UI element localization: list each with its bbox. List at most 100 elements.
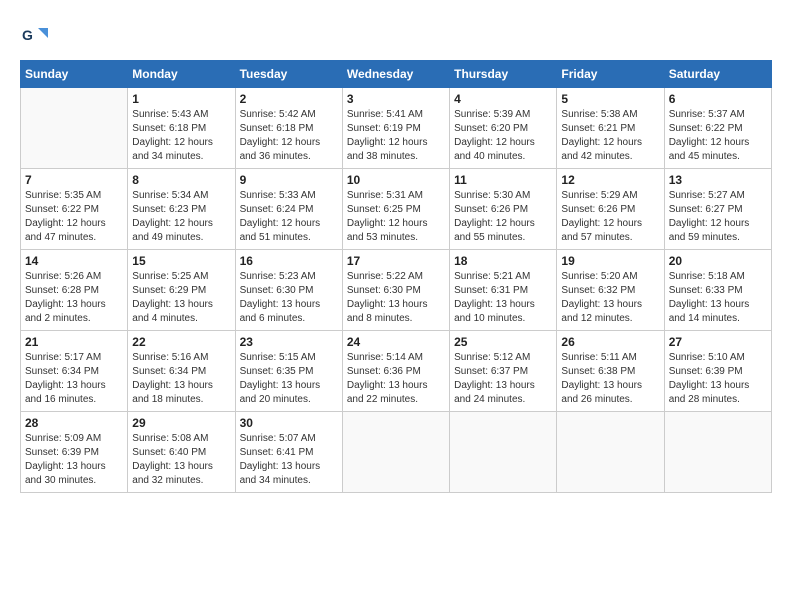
day-number: 3 [347, 92, 445, 106]
day-info: Sunrise: 5:43 AM Sunset: 6:18 PM Dayligh… [132, 108, 230, 164]
calendar-cell: 5 Sunrise: 5:38 AM Sunset: 6:21 PM Daylig… [557, 88, 664, 169]
calendar-cell [450, 412, 557, 493]
day-info: Sunrise: 5:17 AM Sunset: 6:34 PM Dayligh… [25, 351, 123, 407]
day-info: Sunrise: 5:14 AM Sunset: 6:36 PM Dayligh… [347, 351, 445, 407]
day-number: 5 [561, 92, 659, 106]
day-number: 22 [132, 335, 230, 349]
calendar-body: 1 Sunrise: 5:43 AM Sunset: 6:18 PM Daylig… [21, 88, 772, 493]
day-number: 4 [454, 92, 552, 106]
calendar-cell: 28 Sunrise: 5:09 AM Sunset: 6:39 PM Dayli… [21, 412, 128, 493]
day-number: 6 [669, 92, 767, 106]
calendar-cell: 30 Sunrise: 5:07 AM Sunset: 6:41 PM Dayli… [235, 412, 342, 493]
day-info: Sunrise: 5:29 AM Sunset: 6:26 PM Dayligh… [561, 189, 659, 245]
day-info: Sunrise: 5:18 AM Sunset: 6:33 PM Dayligh… [669, 270, 767, 326]
day-number: 20 [669, 254, 767, 268]
day-info: Sunrise: 5:08 AM Sunset: 6:40 PM Dayligh… [132, 432, 230, 488]
calendar-week-2: 7 Sunrise: 5:35 AM Sunset: 6:22 PM Daylig… [21, 169, 772, 250]
calendar-week-4: 21 Sunrise: 5:17 AM Sunset: 6:34 PM Dayli… [21, 331, 772, 412]
day-number: 2 [240, 92, 338, 106]
calendar-cell [342, 412, 449, 493]
calendar-cell: 4 Sunrise: 5:39 AM Sunset: 6:20 PM Daylig… [450, 88, 557, 169]
calendar-header: SundayMondayTuesdayWednesdayThursdayFrid… [21, 61, 772, 88]
logo: G [20, 20, 54, 50]
day-info: Sunrise: 5:07 AM Sunset: 6:41 PM Dayligh… [240, 432, 338, 488]
day-info: Sunrise: 5:21 AM Sunset: 6:31 PM Dayligh… [454, 270, 552, 326]
calendar-cell: 11 Sunrise: 5:30 AM Sunset: 6:26 PM Dayli… [450, 169, 557, 250]
day-number: 19 [561, 254, 659, 268]
calendar-cell: 14 Sunrise: 5:26 AM Sunset: 6:28 PM Dayli… [21, 250, 128, 331]
day-info: Sunrise: 5:37 AM Sunset: 6:22 PM Dayligh… [669, 108, 767, 164]
calendar-cell: 29Sunrise: 5:08 AM Sunset: 6:40 PM Dayli… [128, 412, 235, 493]
day-info: Sunrise: 5:39 AM Sunset: 6:20 PM Dayligh… [454, 108, 552, 164]
calendar-cell [557, 412, 664, 493]
calendar-cell: 7 Sunrise: 5:35 AM Sunset: 6:22 PM Daylig… [21, 169, 128, 250]
day-info: Sunrise: 5:23 AM Sunset: 6:30 PM Dayligh… [240, 270, 338, 326]
day-number: 28 [25, 416, 123, 430]
calendar-cell: 6 Sunrise: 5:37 AM Sunset: 6:22 PM Daylig… [664, 88, 771, 169]
day-number: 18 [454, 254, 552, 268]
day-info: Sunrise: 5:33 AM Sunset: 6:24 PM Dayligh… [240, 189, 338, 245]
day-number: 21 [25, 335, 123, 349]
day-number: 1 [132, 92, 230, 106]
day-info: Sunrise: 5:11 AM Sunset: 6:38 PM Dayligh… [561, 351, 659, 407]
calendar-cell: 9 Sunrise: 5:33 AM Sunset: 6:24 PM Daylig… [235, 169, 342, 250]
calendar-cell: 2 Sunrise: 5:42 AM Sunset: 6:18 PM Daylig… [235, 88, 342, 169]
day-info: Sunrise: 5:38 AM Sunset: 6:21 PM Dayligh… [561, 108, 659, 164]
weekday-header-row: SundayMondayTuesdayWednesdayThursdayFrid… [21, 61, 772, 88]
calendar-cell [664, 412, 771, 493]
day-number: 27 [669, 335, 767, 349]
day-info: Sunrise: 5:09 AM Sunset: 6:39 PM Dayligh… [25, 432, 123, 488]
calendar-cell: 17Sunrise: 5:22 AM Sunset: 6:30 PM Dayli… [342, 250, 449, 331]
day-number: 7 [25, 173, 123, 187]
calendar-cell: 3 Sunrise: 5:41 AM Sunset: 6:19 PM Daylig… [342, 88, 449, 169]
header: G [20, 20, 772, 50]
day-info: Sunrise: 5:26 AM Sunset: 6:28 PM Dayligh… [25, 270, 123, 326]
weekday-header-sunday: Sunday [21, 61, 128, 88]
weekday-header-saturday: Saturday [664, 61, 771, 88]
calendar-cell: 1 Sunrise: 5:43 AM Sunset: 6:18 PM Daylig… [128, 88, 235, 169]
calendar-cell: 24 Sunrise: 5:14 AM Sunset: 6:36 PM Dayli… [342, 331, 449, 412]
day-number: 24 [347, 335, 445, 349]
day-number: 13 [669, 173, 767, 187]
calendar-cell: 18 Sunrise: 5:21 AM Sunset: 6:31 PM Dayli… [450, 250, 557, 331]
day-number: 16 [240, 254, 338, 268]
day-number: 25 [454, 335, 552, 349]
day-number: 14 [25, 254, 123, 268]
weekday-header-thursday: Thursday [450, 61, 557, 88]
day-number: 15 [132, 254, 230, 268]
calendar-week-1: 1 Sunrise: 5:43 AM Sunset: 6:18 PM Daylig… [21, 88, 772, 169]
day-info: Sunrise: 5:27 AM Sunset: 6:27 PM Dayligh… [669, 189, 767, 245]
day-number: 30 [240, 416, 338, 430]
weekday-header-tuesday: Tuesday [235, 61, 342, 88]
day-info: Sunrise: 5:15 AM Sunset: 6:35 PM Dayligh… [240, 351, 338, 407]
calendar-cell: 10 Sunrise: 5:31 AM Sunset: 6:25 PM Dayli… [342, 169, 449, 250]
calendar-cell: 15Sunrise: 5:25 AM Sunset: 6:29 PM Dayli… [128, 250, 235, 331]
calendar-cell: 27 Sunrise: 5:10 AM Sunset: 6:39 PM Dayli… [664, 331, 771, 412]
day-info: Sunrise: 5:35 AM Sunset: 6:22 PM Dayligh… [25, 189, 123, 245]
day-number: 10 [347, 173, 445, 187]
weekday-header-wednesday: Wednesday [342, 61, 449, 88]
day-info: Sunrise: 5:20 AM Sunset: 6:32 PM Dayligh… [561, 270, 659, 326]
day-info: Sunrise: 5:30 AM Sunset: 6:26 PM Dayligh… [454, 189, 552, 245]
calendar-cell: 25Sunrise: 5:12 AM Sunset: 6:37 PM Dayli… [450, 331, 557, 412]
calendar-cell: 12 Sunrise: 5:29 AM Sunset: 6:26 PM Dayli… [557, 169, 664, 250]
day-number: 12 [561, 173, 659, 187]
calendar-cell: 23 Sunrise: 5:15 AM Sunset: 6:35 PM Dayli… [235, 331, 342, 412]
day-number: 9 [240, 173, 338, 187]
calendar-cell: 26 Sunrise: 5:11 AM Sunset: 6:38 PM Dayli… [557, 331, 664, 412]
day-info: Sunrise: 5:41 AM Sunset: 6:19 PM Dayligh… [347, 108, 445, 164]
day-number: 8 [132, 173, 230, 187]
day-info: Sunrise: 5:10 AM Sunset: 6:39 PM Dayligh… [669, 351, 767, 407]
calendar-cell: 13 Sunrise: 5:27 AM Sunset: 6:27 PM Dayli… [664, 169, 771, 250]
svg-text:G: G [22, 27, 33, 43]
weekday-header-monday: Monday [128, 61, 235, 88]
day-info: Sunrise: 5:31 AM Sunset: 6:25 PM Dayligh… [347, 189, 445, 245]
calendar-table: SundayMondayTuesdayWednesdayThursdayFrid… [20, 60, 772, 493]
logo-icon: G [20, 20, 50, 50]
day-info: Sunrise: 5:22 AM Sunset: 6:30 PM Dayligh… [347, 270, 445, 326]
day-info: Sunrise: 5:42 AM Sunset: 6:18 PM Dayligh… [240, 108, 338, 164]
day-number: 11 [454, 173, 552, 187]
calendar-cell [21, 88, 128, 169]
day-number: 26 [561, 335, 659, 349]
day-number: 23 [240, 335, 338, 349]
